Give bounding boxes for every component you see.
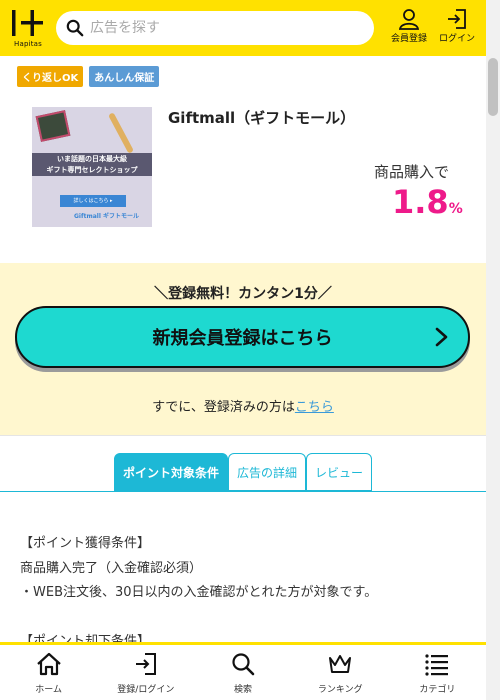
- home-icon: [36, 652, 61, 676]
- login-link[interactable]: こちら: [295, 400, 334, 415]
- banner-headline-2: ギフト専門セレクトショップ: [32, 164, 152, 176]
- menu-icon: [425, 654, 449, 676]
- login-header-button[interactable]: ログイン: [435, 8, 479, 48]
- nav-ranking[interactable]: ランキング: [292, 645, 389, 700]
- logo-mark-icon: [12, 10, 43, 36]
- nav-login[interactable]: 登録/ログイン: [97, 645, 194, 700]
- product-banner-image[interactable]: いま話題の日本最大級 ギフト専門セレクトショップ 詳しくはこちら ▸ Giftm…: [32, 107, 152, 227]
- guarantee-badge: あんしん保証: [89, 66, 160, 87]
- login-icon: [448, 9, 466, 29]
- tab-reviews[interactable]: レビュー: [306, 453, 373, 491]
- nav-category[interactable]: カテゴリ: [389, 645, 486, 700]
- nav-search[interactable]: 検索: [194, 645, 291, 700]
- banner-pen-decoration: [108, 112, 134, 154]
- earn-conditions-heading: 【ポイント獲得条件】: [20, 536, 151, 551]
- search-bar[interactable]: [56, 11, 374, 45]
- scrollbar-thumb[interactable]: [488, 58, 498, 116]
- nav-ranking-label: ランキング: [317, 685, 363, 695]
- search-icon: [232, 653, 255, 676]
- register-free-caption: ＼登録無料！カンタン1分／: [154, 286, 332, 302]
- conditions-content: 【ポイント獲得条件】 商品購入完了（入金確認必須） ・WEB注文後、30日以内の…: [20, 532, 480, 654]
- tab-ad-details[interactable]: 広告の詳細: [228, 453, 307, 491]
- nav-category-label: カテゴリ: [419, 685, 456, 695]
- register-section: ＼登録無料！カンタン1分／ 新規会員登録はこちら すでに、登録済みの方はこちら: [0, 263, 486, 436]
- detail-tabs: ポイント対象条件 広告の詳細 レビュー: [114, 453, 373, 491]
- hapitas-logo[interactable]: Hapitas: [10, 7, 46, 49]
- already-registered-label: すでに、登録済みの方は: [152, 400, 295, 415]
- point-condition-label: 商品購入で: [374, 163, 450, 181]
- earn-condition-line-2: ・WEB注文後、30日以内の入金確認がとれた方が対象です。: [20, 585, 378, 600]
- search-input[interactable]: [90, 20, 340, 36]
- header: Hapitas 会員登録 ログイン: [0, 0, 486, 56]
- signup-button[interactable]: 新規会員登録はこちら: [15, 306, 470, 368]
- nav-search-label: 検索: [234, 685, 253, 695]
- already-registered-text: すでに、登録済みの方はこちら: [0, 396, 486, 415]
- nav-home[interactable]: ホーム: [0, 645, 97, 700]
- badge-group: くり返しOK あんしん保証: [17, 66, 160, 87]
- nav-home-label: ホーム: [35, 685, 62, 695]
- login-header-label: ログイン: [438, 34, 475, 44]
- nav-login-label: 登録/ログイン: [117, 685, 175, 695]
- earn-condition-line-1: 商品購入完了（入金確認必須）: [20, 560, 203, 576]
- banner-photo-decoration: [35, 110, 71, 142]
- banner-cta: 詳しくはこちら ▸: [60, 195, 126, 207]
- tab-underline: [0, 491, 486, 492]
- signup-button-label: 新規会員登録はこちら: [152, 328, 333, 349]
- search-icon: [66, 19, 84, 37]
- user-icon: [398, 9, 420, 30]
- page: Hapitas 会員登録 ログイン: [0, 0, 500, 700]
- chevron-right-icon: [435, 327, 448, 347]
- banner-brand: Giftmall ギフトモール: [74, 213, 139, 220]
- point-rate: 1.8%: [392, 183, 463, 221]
- product-title: Giftmall（ギフトモール）: [168, 109, 356, 127]
- repeat-ok-badge: くり返しOK: [17, 66, 84, 87]
- login-icon: [135, 653, 156, 675]
- crown-icon: [329, 655, 352, 673]
- bottom-navigation: ホーム 登録/ログイン 検索 ランキング カテゴリ: [0, 642, 486, 700]
- register-header-button[interactable]: 会員登録: [387, 8, 431, 48]
- register-header-label: 会員登録: [390, 34, 427, 44]
- scrollbar-track[interactable]: [486, 0, 500, 700]
- tab-point-conditions[interactable]: ポイント対象条件: [114, 453, 229, 491]
- logo-text: Hapitas: [13, 40, 43, 48]
- point-rate-value: 1.8: [392, 183, 449, 221]
- point-rate-unit: %: [448, 201, 463, 217]
